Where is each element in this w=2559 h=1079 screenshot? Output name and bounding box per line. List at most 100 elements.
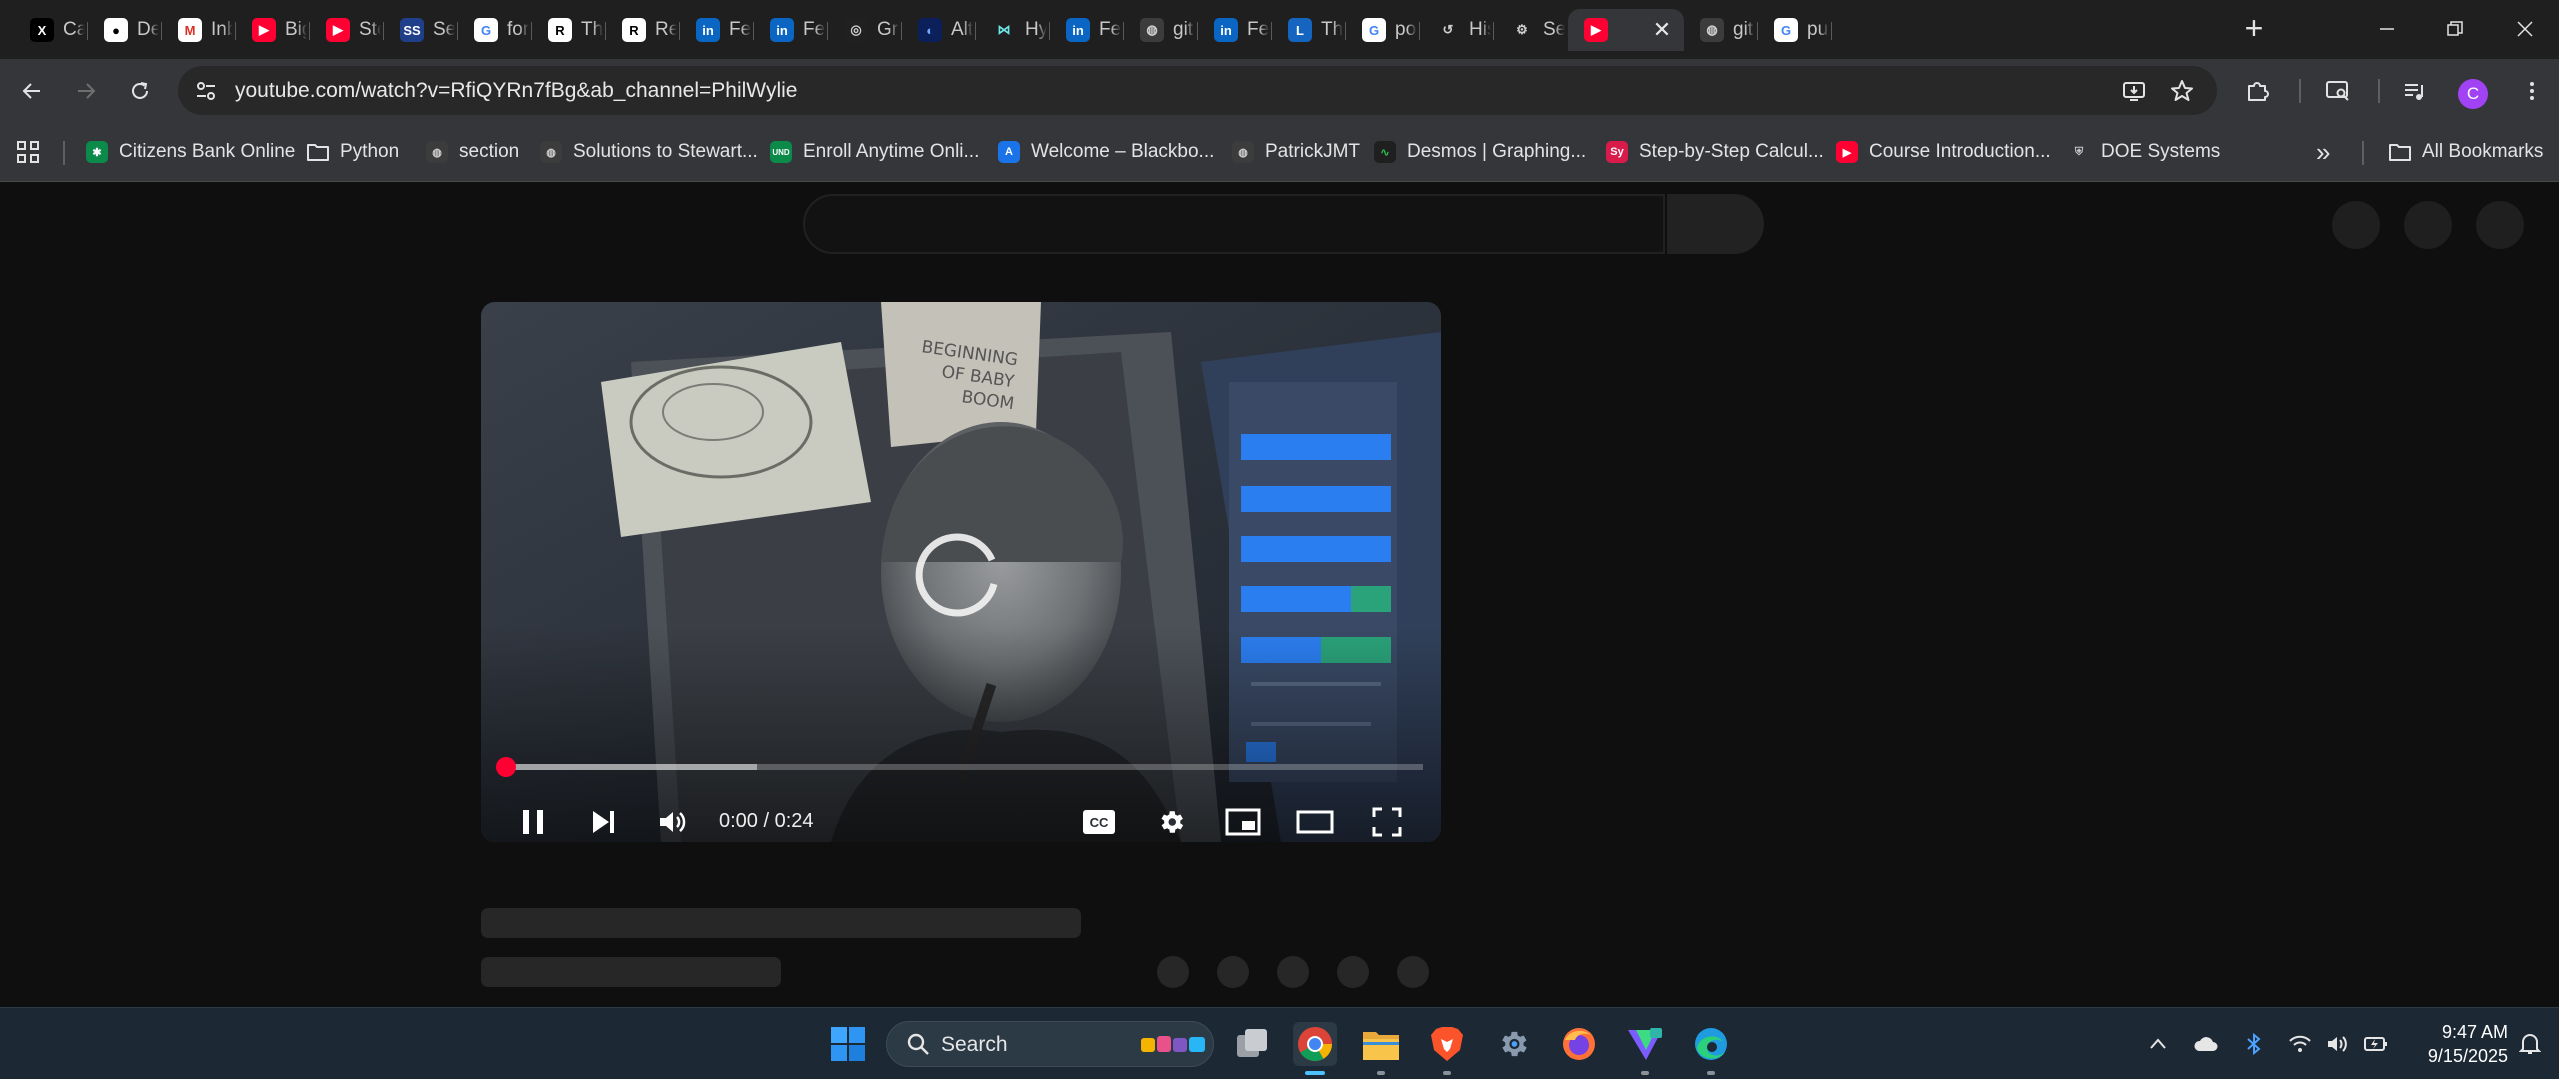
volume-tray-button[interactable] bbox=[2324, 1030, 2352, 1058]
tab[interactable]: ▶ Ste bbox=[310, 9, 384, 51]
tab[interactable]: ◍ git bbox=[1124, 9, 1198, 51]
action-placeholder bbox=[1337, 956, 1369, 988]
site-info-button[interactable] bbox=[188, 73, 224, 109]
taskbar-vpn[interactable] bbox=[1623, 1022, 1667, 1075]
tab[interactable]: Gpu bbox=[1758, 9, 1832, 51]
close-window-button[interactable] bbox=[2505, 11, 2545, 47]
fullscreen-icon bbox=[1372, 807, 1402, 837]
tab[interactable]: X Cal bbox=[14, 9, 88, 51]
taskbar-brave[interactable] bbox=[1425, 1022, 1469, 1075]
volume-button[interactable] bbox=[649, 798, 697, 842]
bookmark-item[interactable]: A Welcome – Blackbo... bbox=[998, 137, 1214, 167]
address-bar[interactable]: youtube.com/watch?v=RfiQYRn7fBg&ab_chann… bbox=[178, 66, 2217, 115]
tab[interactable]: in Fee bbox=[1050, 9, 1124, 51]
tab[interactable]: R Re bbox=[606, 9, 680, 51]
tab[interactable]: ● De bbox=[88, 9, 162, 51]
bookmark-item[interactable]: UND Enroll Anytime Onli... bbox=[770, 137, 979, 167]
settings-icon: ⚙ bbox=[1510, 18, 1534, 42]
profile-avatar[interactable]: C bbox=[2458, 79, 2488, 109]
taskbar-search[interactable]: Search bbox=[886, 1021, 1214, 1067]
bookmark-item[interactable]: ✱ Citizens Bank Online bbox=[86, 137, 295, 167]
file-explorer-icon bbox=[1363, 1032, 1399, 1060]
onedrive-button[interactable] bbox=[2192, 1030, 2220, 1058]
tab[interactable]: Gpo bbox=[1346, 9, 1420, 51]
buffered-range bbox=[498, 764, 757, 770]
video-player[interactable]: BEGINNING OF BABY BOOM 0:00 / 0:24 CC bbox=[481, 302, 1441, 842]
new-tab-button[interactable]: + bbox=[2236, 11, 2272, 47]
all-bookmarks-button[interactable]: All Bookmarks bbox=[2388, 137, 2543, 167]
bookmark-item[interactable]: ▶ Course Introduction... bbox=[1836, 137, 2051, 167]
theater-mode-button[interactable] bbox=[1291, 798, 1339, 842]
tab[interactable]: R Thr bbox=[532, 9, 606, 51]
bookmark-item[interactable]: Python bbox=[306, 137, 399, 167]
toolbar-divider bbox=[2378, 79, 2380, 103]
wifi-icon bbox=[2289, 1035, 2311, 1052]
settings-button[interactable] bbox=[1147, 798, 1195, 842]
taskbar-edge[interactable] bbox=[1689, 1022, 1733, 1075]
tab-separator bbox=[1831, 22, 1832, 40]
tab[interactable]: in Fee bbox=[754, 9, 828, 51]
restore-button[interactable] bbox=[2435, 11, 2475, 47]
back-button[interactable] bbox=[14, 73, 50, 109]
tab[interactable]: L Th bbox=[1272, 9, 1346, 51]
tab[interactable]: ⚙ Set bbox=[1494, 9, 1568, 51]
bookmark-item[interactable]: ◍ Solutions to Stewart... bbox=[540, 137, 758, 167]
task-view-button[interactable] bbox=[1230, 1022, 1274, 1066]
bookmark-item[interactable]: ◍ section bbox=[426, 137, 519, 167]
miniplayer-button[interactable] bbox=[1219, 798, 1267, 842]
tab[interactable]: in Fee bbox=[1198, 9, 1272, 51]
bookmark-item[interactable]: ◍ PatrickJMT bbox=[1232, 137, 1360, 167]
extensions-button[interactable] bbox=[2240, 73, 2276, 109]
battery-button[interactable] bbox=[2362, 1030, 2390, 1058]
wifi-button[interactable] bbox=[2286, 1030, 2314, 1058]
pause-button[interactable] bbox=[509, 798, 557, 842]
subtitles-button[interactable]: CC bbox=[1075, 798, 1123, 842]
tab[interactable]: ◍ git bbox=[1684, 9, 1758, 51]
bluetooth-button[interactable] bbox=[2240, 1030, 2268, 1058]
tab[interactable]: SS Sea bbox=[384, 9, 458, 51]
bookmark-item[interactable]: Sy Step-by-Step Calcul... bbox=[1606, 137, 1824, 167]
taskbar-settings[interactable] bbox=[1491, 1022, 1535, 1066]
scrubber-handle[interactable] bbox=[496, 757, 516, 777]
tab[interactable]: ◎ Gra bbox=[828, 9, 902, 51]
bookmarks-overflow-button[interactable]: » bbox=[2316, 137, 2330, 167]
media-controls-button[interactable] bbox=[2396, 73, 2432, 109]
taskbar-file-explorer[interactable] bbox=[1359, 1022, 1403, 1075]
bookmark-label: Enroll Anytime Onli... bbox=[803, 141, 980, 162]
url-text[interactable]: youtube.com/watch?v=RfiQYRn7fBg&ab_chann… bbox=[235, 79, 797, 103]
tab[interactable]: ⋈ Hy bbox=[976, 9, 1050, 51]
linkedin-icon: in bbox=[1066, 18, 1090, 42]
tab[interactable]: ▶ Big bbox=[236, 9, 310, 51]
minimize-button[interactable] bbox=[2367, 11, 2407, 47]
next-button[interactable] bbox=[579, 798, 627, 842]
taskbar-firefox[interactable] bbox=[1557, 1022, 1601, 1066]
forward-button[interactable] bbox=[68, 73, 104, 109]
globe-icon: ◍ bbox=[426, 141, 448, 163]
tab[interactable]: ◐ Alt bbox=[902, 9, 976, 51]
cast-search-button[interactable] bbox=[2320, 73, 2356, 109]
tab[interactable]: in Fee bbox=[680, 9, 754, 51]
fullscreen-button[interactable] bbox=[1363, 798, 1411, 842]
bookmark-star-button[interactable] bbox=[2165, 74, 2199, 108]
tab-active[interactable]: ▶ ✕ bbox=[1568, 9, 1684, 51]
clock[interactable]: 9:47 AM 9/15/2025 bbox=[2398, 1020, 2508, 1068]
chrome-menu-button[interactable] bbox=[2514, 73, 2550, 109]
taskbar-chrome[interactable] bbox=[1293, 1022, 1337, 1075]
progress-bar[interactable] bbox=[496, 757, 1423, 777]
gmail-icon: M bbox=[178, 18, 202, 42]
windows-start-button[interactable] bbox=[826, 1022, 870, 1066]
tab[interactable]: M Inb bbox=[162, 9, 236, 51]
reload-button[interactable] bbox=[122, 73, 158, 109]
clock-time: 9:47 AM bbox=[2441, 1022, 2508, 1042]
bookmark-item[interactable]: ⛨ DOE Systems bbox=[2068, 137, 2220, 167]
tab[interactable]: Gfor bbox=[458, 9, 532, 51]
show-hidden-icons-button[interactable] bbox=[2144, 1030, 2172, 1058]
apps-button[interactable] bbox=[16, 137, 40, 167]
tab[interactable]: ↺ His bbox=[1420, 9, 1494, 51]
notifications-button[interactable] bbox=[2516, 1030, 2544, 1058]
install-app-button[interactable] bbox=[2117, 74, 2151, 108]
bluetooth-icon bbox=[2247, 1032, 2261, 1056]
close-tab-button[interactable]: ✕ bbox=[1650, 18, 1674, 42]
bookmark-item[interactable]: ∿ Desmos | Graphing... bbox=[1374, 137, 1586, 167]
link-icon: L bbox=[1288, 18, 1312, 42]
